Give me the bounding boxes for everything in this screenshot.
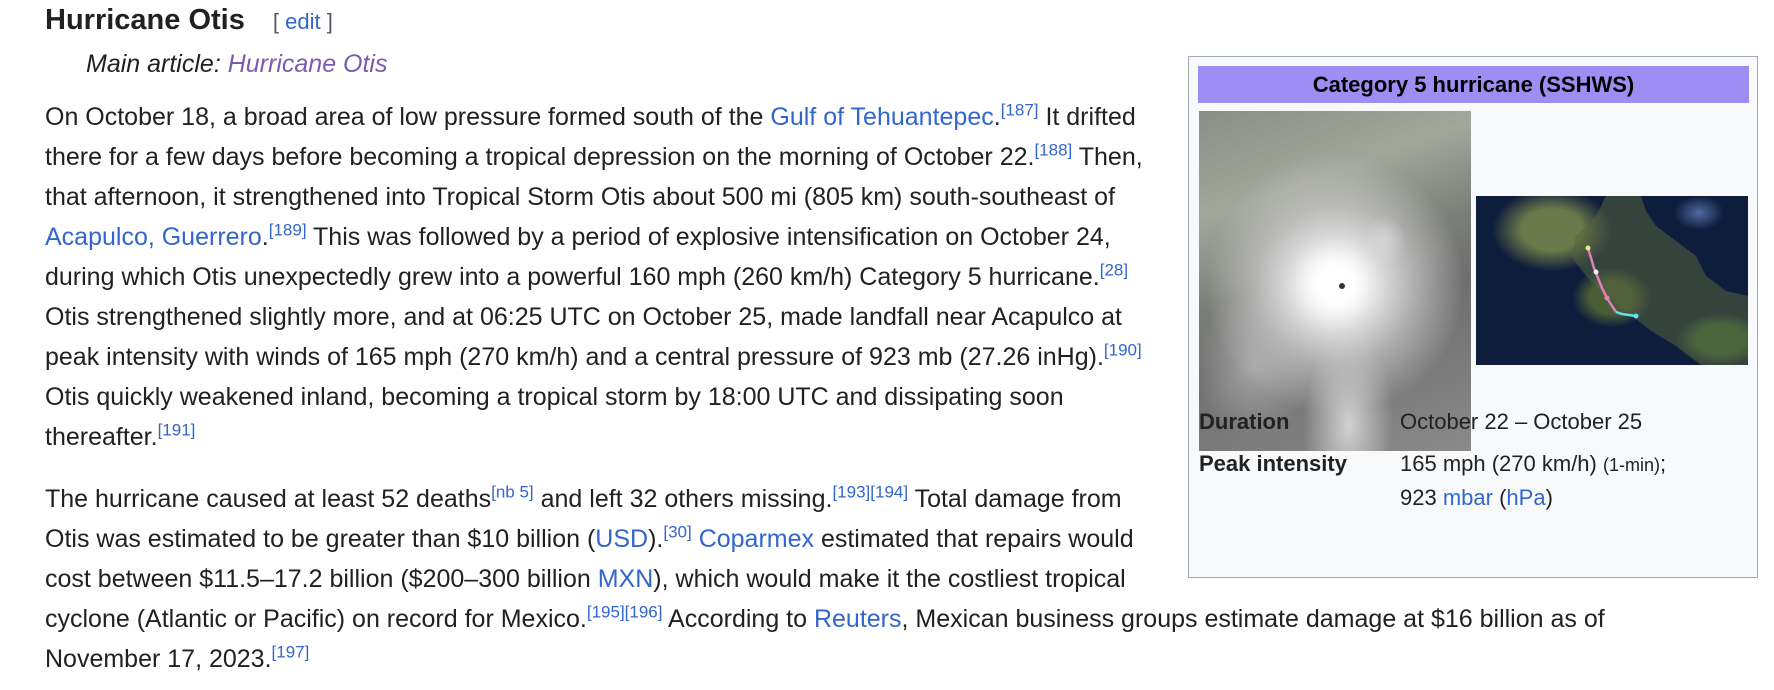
mxn-link[interactable]: MXN: [598, 565, 654, 593]
peak-intensity-line-1: 165 mph (270 km/h) (1-min);: [1400, 451, 1667, 476]
track-map-image[interactable]: [1476, 196, 1748, 365]
citation-194[interactable]: [194]: [870, 483, 908, 502]
satellite-image[interactable]: [1199, 111, 1471, 451]
mbar-link[interactable]: mbar: [1443, 485, 1493, 510]
citation-195[interactable]: [195]: [587, 603, 625, 622]
citation-189[interactable]: [189]: [269, 221, 307, 240]
text-line: thereafter.[191]: [45, 420, 196, 451]
reuters-link[interactable]: Reuters: [814, 605, 902, 633]
text-line: there for a few days before becoming a t…: [45, 140, 1143, 171]
hatnote: Main article: Hurricane Otis: [86, 50, 388, 78]
text-line: during which Otis unexpectedly grew into…: [45, 260, 1129, 291]
gulf-of-tehuantepec-link[interactable]: Gulf of Tehuantepec: [770, 103, 993, 131]
duration-label: Duration: [1199, 409, 1290, 434]
text-line: November 17, 2023.[197]: [45, 642, 310, 673]
section-title: Hurricane Otis: [45, 4, 245, 36]
duration-value: October 22 – October 25: [1400, 409, 1643, 434]
usd-link[interactable]: USD: [595, 525, 648, 553]
citation-187[interactable]: [187]: [1001, 101, 1039, 120]
section-heading: Hurricane Otis [ edit ]: [45, 0, 333, 42]
coparmex-link[interactable]: Coparmex: [699, 525, 814, 553]
infobox-header: Category 5 hurricane (SSHWS): [1198, 66, 1749, 103]
text-line: peak intensity with winds of 165 mph (27…: [45, 340, 1142, 371]
text-line: that afternoon, it strengthened into Tro…: [45, 183, 1116, 211]
edit-section: [ edit ]: [272, 9, 333, 34]
paragraph-1: On October 18, a broad area of low press…: [45, 97, 1175, 457]
citation-197[interactable]: [197]: [272, 643, 310, 662]
citation-193[interactable]: [193]: [832, 483, 870, 502]
citation-nb5[interactable]: [nb 5]: [491, 483, 534, 502]
citation-196[interactable]: [196]: [625, 603, 663, 622]
text-line: Otis strengthened slightly more, and at …: [45, 303, 1123, 331]
citation-30[interactable]: [30]: [663, 523, 691, 542]
hurricane-eye: [1339, 283, 1345, 289]
peak-intensity-label: Peak intensity: [1199, 451, 1347, 476]
acapulco-guerrero-link[interactable]: Acapulco, Guerrero: [45, 223, 262, 251]
text-line: Acapulco, Guerrero.[189] This was follow…: [45, 220, 1111, 251]
citation-190[interactable]: [190]: [1104, 341, 1142, 360]
storm-infobox: Category 5 hurricane (SSHWS) Duration Oc…: [1188, 56, 1758, 578]
citation-188[interactable]: [188]: [1034, 141, 1072, 160]
peak-intensity-line-2: 923 mbar (hPa): [1400, 485, 1553, 510]
text-line: Otis quickly weakened inland, becoming a…: [45, 383, 1064, 411]
citation-28[interactable]: [28]: [1100, 261, 1128, 280]
storm-track: [1476, 196, 1748, 365]
citation-191[interactable]: [191]: [158, 421, 196, 440]
hpa-link[interactable]: hPa: [1506, 485, 1545, 510]
main-article-link[interactable]: Hurricane Otis: [228, 50, 388, 78]
text-line: On October 18, a broad area of low press…: [45, 100, 1136, 131]
edit-link[interactable]: edit: [285, 9, 320, 34]
text-line: cyclone (Atlantic or Pacific) on record …: [45, 602, 1605, 633]
